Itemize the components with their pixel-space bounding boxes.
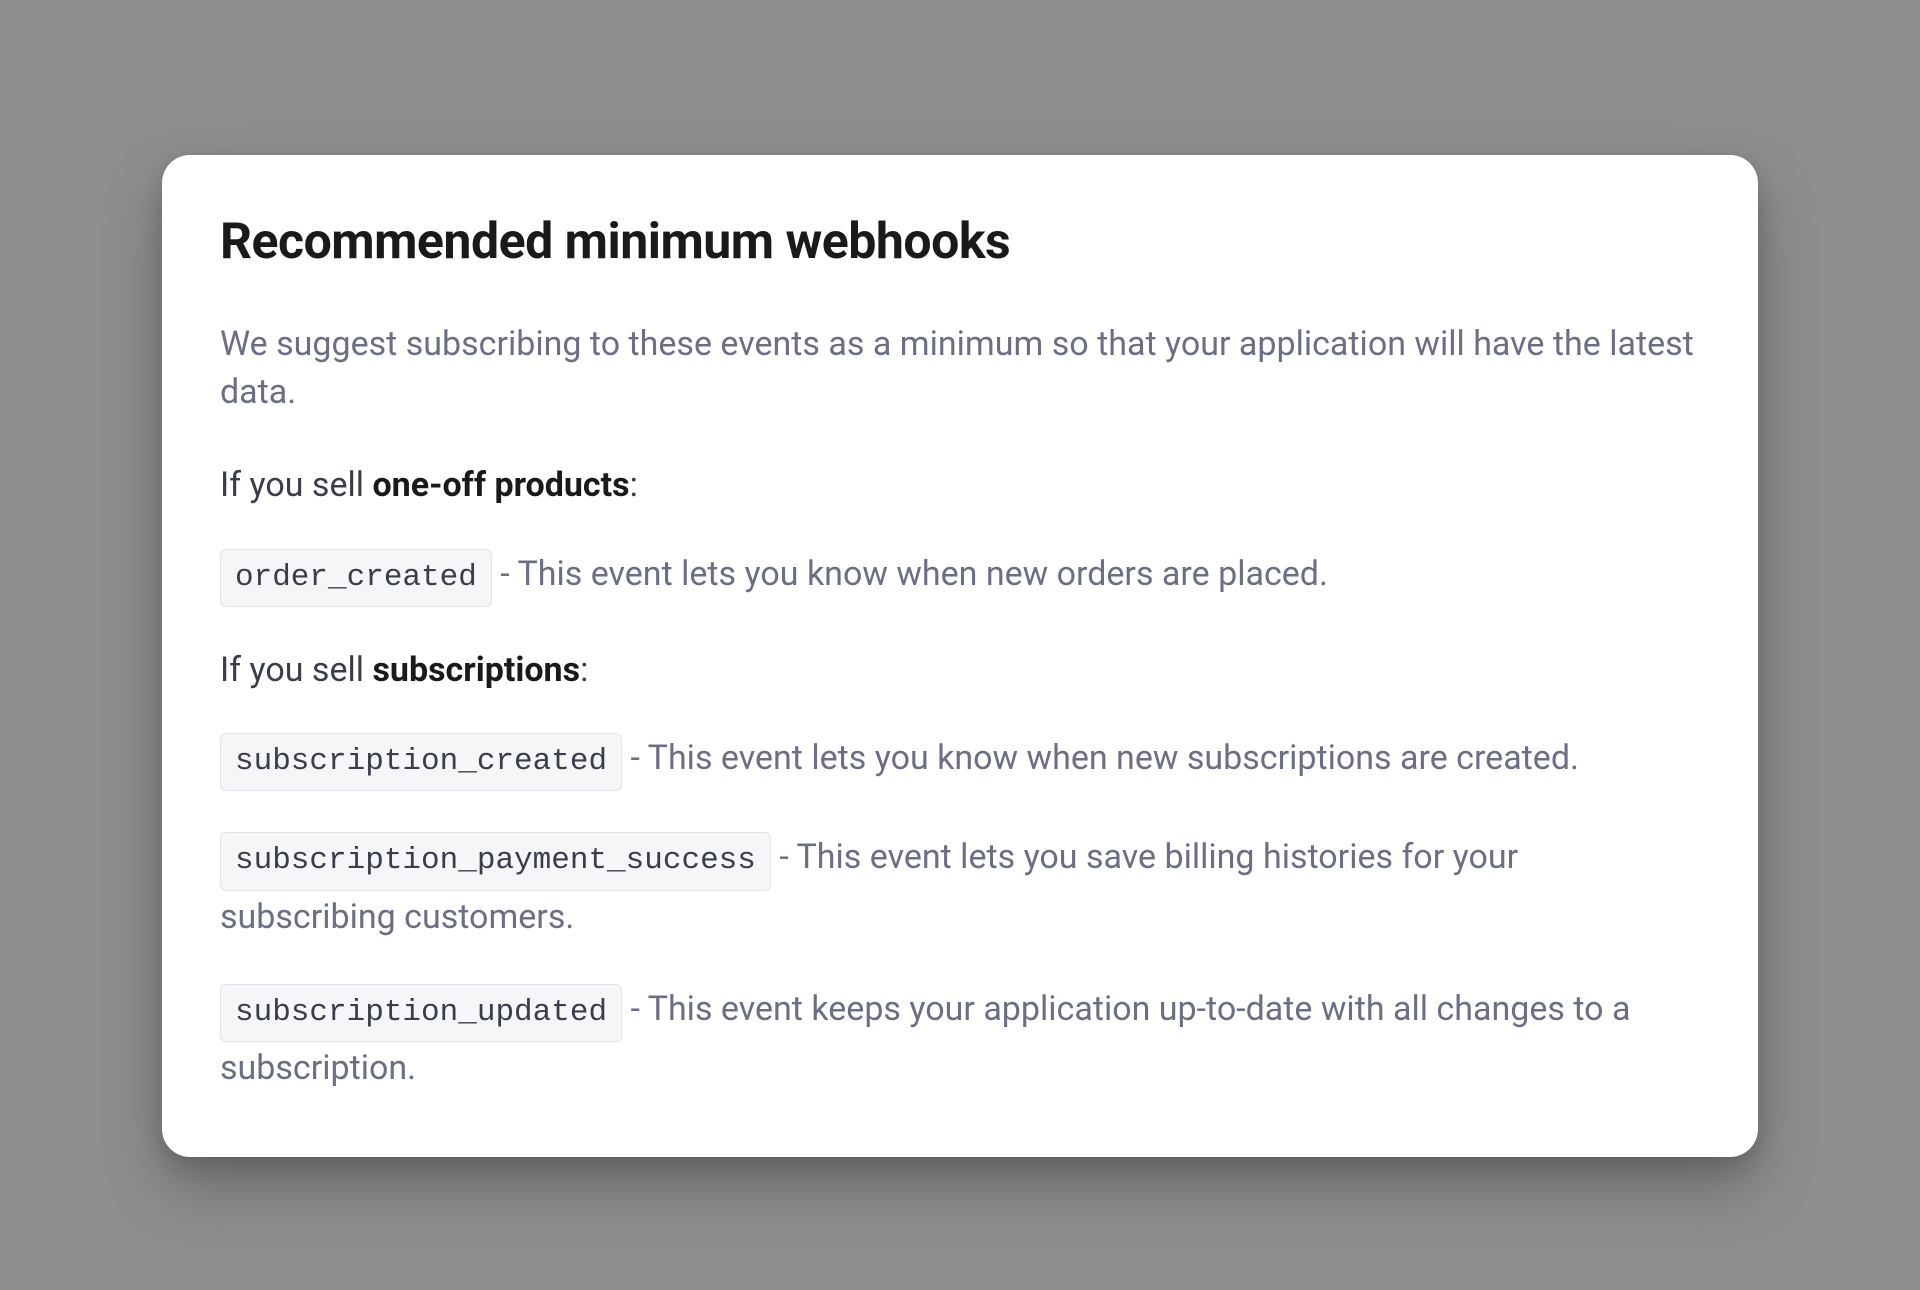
- code-subscription-updated: subscription_updated: [220, 984, 622, 1042]
- code-order-created: order_created: [220, 549, 492, 607]
- desc-order-created: - This event lets you know when new orde…: [492, 554, 1328, 594]
- item-order-created: order_created - This event lets you know…: [220, 548, 1700, 607]
- item-subscription-payment-success: subscription_payment_success - This even…: [220, 831, 1700, 943]
- heading: Recommended minimum webhooks: [220, 213, 1700, 271]
- code-subscription-payment-success: subscription_payment_success: [220, 832, 771, 890]
- section-suffix: :: [630, 465, 638, 505]
- section-bold: subscriptions: [372, 650, 580, 690]
- intro-text: We suggest subscribing to these events a…: [220, 321, 1700, 416]
- content-card: Recommended minimum webhooks We suggest …: [162, 155, 1758, 1157]
- desc-subscription-created: - This event lets you know when new subs…: [622, 738, 1579, 778]
- section-suffix: :: [580, 650, 588, 690]
- code-subscription-created: subscription_created: [220, 733, 622, 791]
- section-prefix: If you sell: [220, 465, 372, 505]
- item-subscription-created: subscription_created - This event lets y…: [220, 732, 1700, 791]
- section-bold: one-off products: [372, 465, 629, 505]
- section-oneoff-label: If you sell one-off products:: [220, 462, 1700, 510]
- section-subscriptions-label: If you sell subscriptions:: [220, 647, 1700, 695]
- item-subscription-updated: subscription_updated - This event keeps …: [220, 983, 1700, 1095]
- section-prefix: If you sell: [220, 650, 372, 690]
